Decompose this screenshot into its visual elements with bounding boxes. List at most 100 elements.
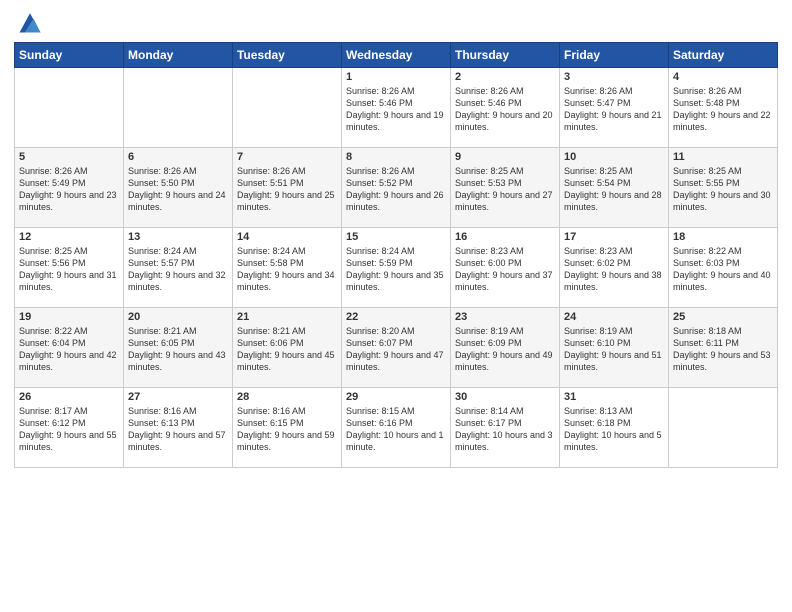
day-info: Sunrise: 8:23 AM Sunset: 6:00 PM Dayligh… — [455, 245, 555, 294]
day-cell: 27 Sunrise: 8:16 AM Sunset: 6:13 PM Dayli… — [124, 388, 233, 468]
day-cell: 6 Sunrise: 8:26 AM Sunset: 5:50 PM Daylig… — [124, 148, 233, 228]
day-info: Sunrise: 8:13 AM Sunset: 6:18 PM Dayligh… — [564, 405, 664, 454]
day-cell: 8 Sunrise: 8:26 AM Sunset: 5:52 PM Daylig… — [342, 148, 451, 228]
week-row-3: 19Sunrise: 8:22 AM Sunset: 6:04 PM Dayli… — [15, 308, 778, 388]
day-info: Sunrise: 8:16 AM Sunset: 6:13 PM Dayligh… — [128, 405, 228, 454]
day-cell — [669, 388, 778, 468]
day-info: Sunrise: 8:15 AM Sunset: 6:16 PM Dayligh… — [346, 405, 446, 454]
day-cell: 11Sunrise: 8:25 AM Sunset: 5:55 PM Dayli… — [669, 148, 778, 228]
day-number: 6 — [128, 151, 228, 163]
day-info: Sunrise: 8:20 AM Sunset: 6:07 PM Dayligh… — [346, 325, 446, 374]
page: SundayMondayTuesdayWednesdayThursdayFrid… — [0, 0, 792, 612]
day-cell: 12 Sunrise: 8:25 AM Sunset: 5:56 PM Dayli… — [15, 228, 124, 308]
day-info: Sunrise: 8:22 AM Sunset: 6:03 PM Dayligh… — [673, 245, 773, 294]
day-info: Sunrise: 8:25 AM Sunset: 5:56 PM Dayligh… — [19, 245, 119, 294]
calendar-header-row: SundayMondayTuesdayWednesdayThursdayFrid… — [15, 43, 778, 68]
header-tuesday: Tuesday — [233, 43, 342, 68]
day-number: 16 — [455, 231, 555, 243]
day-number: 14 — [237, 231, 337, 243]
day-cell: 14 Sunrise: 8:24 AM Sunset: 5:58 PM Dayli… — [233, 228, 342, 308]
day-cell: 15Sunrise: 8:24 AM Sunset: 5:59 PM Dayli… — [342, 228, 451, 308]
day-info: Sunrise: 8:23 AM Sunset: 6:02 PM Dayligh… — [564, 245, 664, 294]
logo-area — [14, 10, 46, 36]
day-cell: 29 Sunrise: 8:15 AM Sunset: 6:16 PM Dayli… — [342, 388, 451, 468]
day-info: Sunrise: 8:25 AM Sunset: 5:54 PM Dayligh… — [564, 165, 664, 214]
day-info: Sunrise: 8:26 AM Sunset: 5:47 PM Dayligh… — [564, 85, 664, 134]
day-cell: 17Sunrise: 8:23 AM Sunset: 6:02 PM Dayli… — [560, 228, 669, 308]
day-number: 7 — [237, 151, 337, 163]
day-number: 18 — [673, 231, 773, 243]
day-info: Sunrise: 8:26 AM Sunset: 5:51 PM Dayligh… — [237, 165, 337, 214]
day-info: Sunrise: 8:26 AM Sunset: 5:50 PM Dayligh… — [128, 165, 228, 214]
day-number: 9 — [455, 151, 555, 163]
day-cell: 24 Sunrise: 8:19 AM Sunset: 6:10 PM Dayli… — [560, 308, 669, 388]
day-number: 13 — [128, 231, 228, 243]
logo-icon — [16, 8, 44, 36]
calendar-table: SundayMondayTuesdayWednesdayThursdayFrid… — [14, 42, 778, 468]
day-info: Sunrise: 8:19 AM Sunset: 6:10 PM Dayligh… — [564, 325, 664, 374]
day-number: 23 — [455, 311, 555, 323]
week-row-1: 5 Sunrise: 8:26 AM Sunset: 5:49 PM Daylig… — [15, 148, 778, 228]
day-cell: 5 Sunrise: 8:26 AM Sunset: 5:49 PM Daylig… — [15, 148, 124, 228]
day-number: 20 — [128, 311, 228, 323]
day-number: 27 — [128, 391, 228, 403]
day-info: Sunrise: 8:19 AM Sunset: 6:09 PM Dayligh… — [455, 325, 555, 374]
day-info: Sunrise: 8:22 AM Sunset: 6:04 PM Dayligh… — [19, 325, 119, 374]
day-info: Sunrise: 8:25 AM Sunset: 5:55 PM Dayligh… — [673, 165, 773, 214]
day-number: 24 — [564, 311, 664, 323]
day-info: Sunrise: 8:18 AM Sunset: 6:11 PM Dayligh… — [673, 325, 773, 374]
day-number: 12 — [19, 231, 119, 243]
day-cell: 4 Sunrise: 8:26 AM Sunset: 5:48 PM Daylig… — [669, 68, 778, 148]
day-cell: 13Sunrise: 8:24 AM Sunset: 5:57 PM Dayli… — [124, 228, 233, 308]
day-cell: 16 Sunrise: 8:23 AM Sunset: 6:00 PM Dayli… — [451, 228, 560, 308]
day-info: Sunrise: 8:24 AM Sunset: 5:58 PM Dayligh… — [237, 245, 337, 294]
day-number: 1 — [346, 71, 446, 83]
day-cell: 9 Sunrise: 8:25 AM Sunset: 5:53 PM Daylig… — [451, 148, 560, 228]
day-cell: 23 Sunrise: 8:19 AM Sunset: 6:09 PM Dayli… — [451, 308, 560, 388]
day-cell — [15, 68, 124, 148]
week-row-2: 12 Sunrise: 8:25 AM Sunset: 5:56 PM Dayli… — [15, 228, 778, 308]
day-number: 26 — [19, 391, 119, 403]
day-number: 30 — [455, 391, 555, 403]
day-number: 28 — [237, 391, 337, 403]
day-cell: 19Sunrise: 8:22 AM Sunset: 6:04 PM Dayli… — [15, 308, 124, 388]
header-friday: Friday — [560, 43, 669, 68]
day-cell: 7 Sunrise: 8:26 AM Sunset: 5:51 PM Daylig… — [233, 148, 342, 228]
header-wednesday: Wednesday — [342, 43, 451, 68]
day-cell — [124, 68, 233, 148]
day-number: 10 — [564, 151, 664, 163]
day-cell: 20 Sunrise: 8:21 AM Sunset: 6:05 PM Dayli… — [124, 308, 233, 388]
day-cell: 2 Sunrise: 8:26 AM Sunset: 5:46 PM Daylig… — [451, 68, 560, 148]
day-info: Sunrise: 8:21 AM Sunset: 6:06 PM Dayligh… — [237, 325, 337, 374]
day-cell: 31Sunrise: 8:13 AM Sunset: 6:18 PM Dayli… — [560, 388, 669, 468]
day-number: 25 — [673, 311, 773, 323]
day-info: Sunrise: 8:26 AM Sunset: 5:52 PM Dayligh… — [346, 165, 446, 214]
day-info: Sunrise: 8:26 AM Sunset: 5:46 PM Dayligh… — [455, 85, 555, 134]
header-thursday: Thursday — [451, 43, 560, 68]
day-cell: 10 Sunrise: 8:25 AM Sunset: 5:54 PM Dayli… — [560, 148, 669, 228]
day-cell: 25 Sunrise: 8:18 AM Sunset: 6:11 PM Dayli… — [669, 308, 778, 388]
week-row-0: 1 Sunrise: 8:26 AM Sunset: 5:46 PM Daylig… — [15, 68, 778, 148]
day-info: Sunrise: 8:16 AM Sunset: 6:15 PM Dayligh… — [237, 405, 337, 454]
day-cell: 22 Sunrise: 8:20 AM Sunset: 6:07 PM Dayli… — [342, 308, 451, 388]
day-cell: 30 Sunrise: 8:14 AM Sunset: 6:17 PM Dayli… — [451, 388, 560, 468]
day-number: 29 — [346, 391, 446, 403]
day-info: Sunrise: 8:26 AM Sunset: 5:49 PM Dayligh… — [19, 165, 119, 214]
header-saturday: Saturday — [669, 43, 778, 68]
day-info: Sunrise: 8:26 AM Sunset: 5:48 PM Dayligh… — [673, 85, 773, 134]
day-info: Sunrise: 8:14 AM Sunset: 6:17 PM Dayligh… — [455, 405, 555, 454]
header — [14, 10, 778, 36]
day-number: 2 — [455, 71, 555, 83]
day-info: Sunrise: 8:24 AM Sunset: 5:59 PM Dayligh… — [346, 245, 446, 294]
day-cell: 3 Sunrise: 8:26 AM Sunset: 5:47 PM Daylig… — [560, 68, 669, 148]
day-cell: 28 Sunrise: 8:16 AM Sunset: 6:15 PM Dayli… — [233, 388, 342, 468]
day-number: 4 — [673, 71, 773, 83]
day-number: 8 — [346, 151, 446, 163]
day-cell: 18 Sunrise: 8:22 AM Sunset: 6:03 PM Dayli… — [669, 228, 778, 308]
day-info: Sunrise: 8:21 AM Sunset: 6:05 PM Dayligh… — [128, 325, 228, 374]
day-number: 22 — [346, 311, 446, 323]
day-number: 5 — [19, 151, 119, 163]
day-info: Sunrise: 8:25 AM Sunset: 5:53 PM Dayligh… — [455, 165, 555, 214]
day-number: 3 — [564, 71, 664, 83]
header-monday: Monday — [124, 43, 233, 68]
